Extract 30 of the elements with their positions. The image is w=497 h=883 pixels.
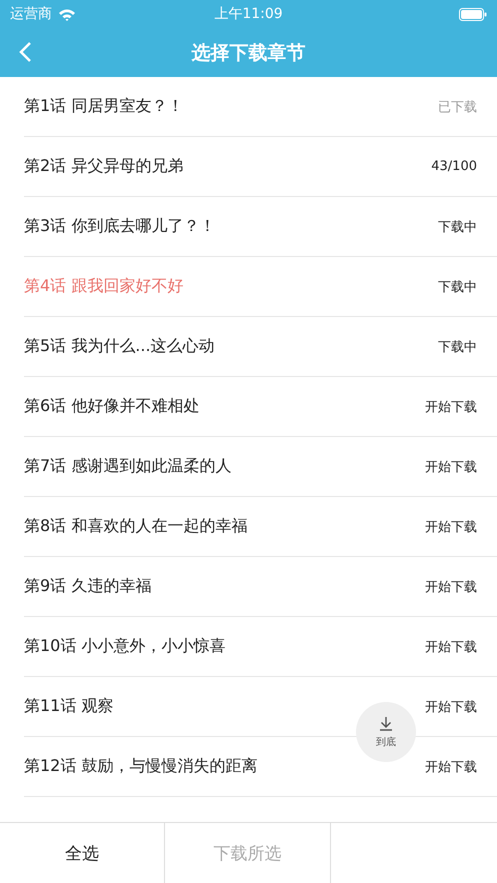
download-status[interactable]: 开始下载 (425, 698, 477, 716)
wifi-icon (58, 8, 76, 20)
chapter-title[interactable]: 第8话 和喜欢的人在一起的幸福 (24, 516, 248, 537)
carrier-label: 运营商 (10, 5, 52, 23)
back-icon[interactable] (18, 41, 32, 63)
download-status[interactable]: 43/100 (431, 159, 477, 174)
chapter-title[interactable]: 第12话 鼓励，与慢慢消失的距离 (24, 756, 258, 777)
download-status[interactable]: 开始下载 (425, 398, 477, 416)
chapter-title[interactable]: 第7话 感谢遇到如此温柔的人 (24, 456, 232, 477)
chapter-title[interactable]: 第1话 同居男室友？！ (24, 96, 184, 117)
download-status[interactable]: 开始下载 (425, 638, 477, 656)
download-status[interactable]: 开始下载 (425, 458, 477, 476)
chapter-title[interactable]: 第3话 你到底去哪儿了？！ (24, 216, 216, 237)
chapter-title[interactable]: 第6话 他好像并不难相处 (24, 396, 200, 417)
chapter-title[interactable]: 第9话 久违的幸福 (24, 576, 152, 597)
download-status[interactable]: 下载中 (438, 218, 477, 236)
chapter-title[interactable]: 第5话 我为什么...这么心动 (24, 336, 215, 357)
scroll-to-bottom-button[interactable]: 到底 (356, 702, 416, 762)
download-status[interactable]: 下载中 (438, 338, 477, 356)
clock-time: 上午11:09 (214, 5, 283, 23)
download-icon (379, 716, 393, 730)
download-status[interactable]: 开始下载 (425, 758, 477, 776)
battery-icon (459, 8, 487, 20)
download-status[interactable]: 开始下载 (425, 578, 477, 596)
chapter-title[interactable]: 第10话 小小意外，小小惊喜 (24, 636, 226, 657)
page-title: 选择下载章节 (192, 40, 306, 66)
chapter-title[interactable]: 第11话 观察 (24, 696, 114, 717)
download-status[interactable]: 下载中 (438, 278, 477, 296)
chapter-title[interactable]: 第2话 异父异母的兄弟 (24, 156, 184, 177)
download-status[interactable]: 开始下载 (425, 518, 477, 536)
